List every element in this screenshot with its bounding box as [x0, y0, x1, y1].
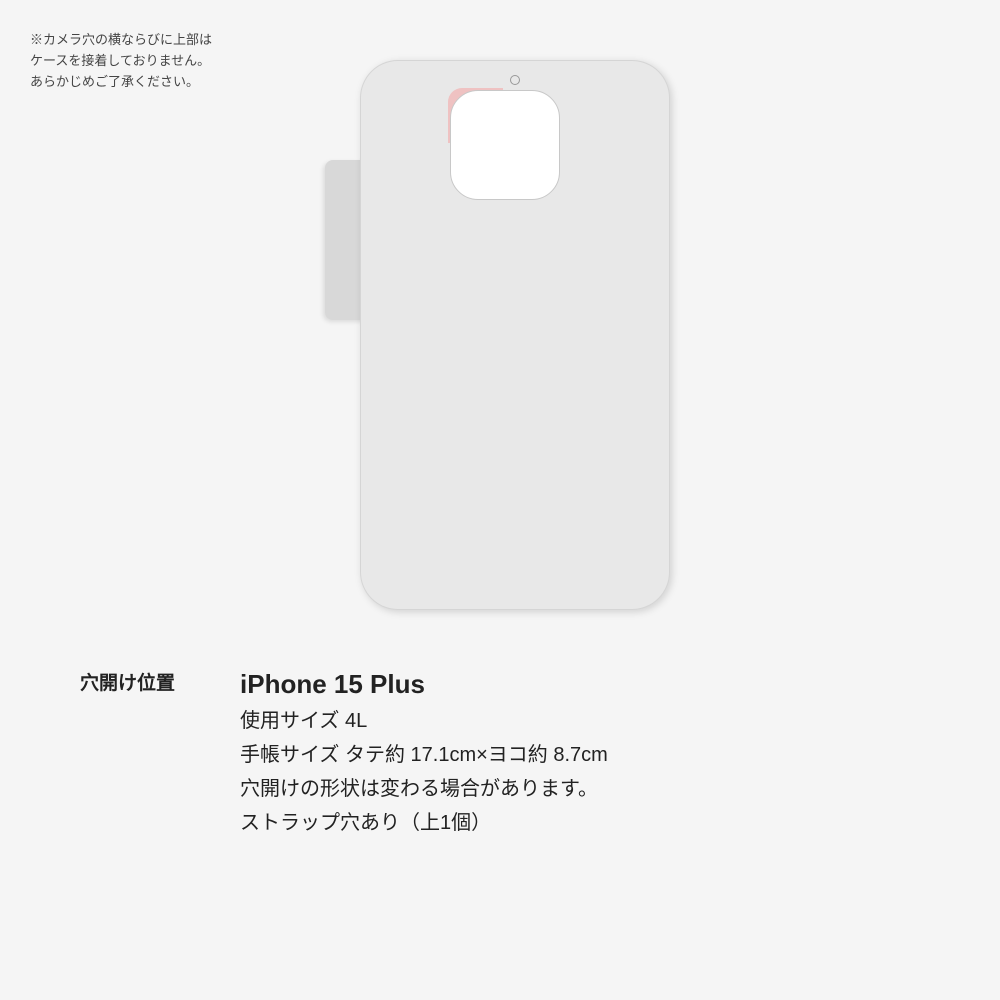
- info-table: 穴開け位置 iPhone 15 Plus 使用サイズ 4L 手帳サイズ タテ約 …: [80, 660, 940, 846]
- info-section: 穴開け位置 iPhone 15 Plus 使用サイズ 4L 手帳サイズ タテ約 …: [0, 640, 1000, 1000]
- strap-hole: [510, 75, 520, 85]
- model-name: iPhone 15 Plus: [240, 668, 608, 702]
- strap-line: ストラップ穴あり（上1個）: [240, 808, 608, 838]
- case-illustration: ※カメラ穴の横ならびに上部はケースを接着しておりません。あらかじめご了承ください…: [0, 0, 1000, 640]
- case-body: [360, 60, 670, 610]
- size-line: 使用サイズ 4L: [240, 706, 608, 736]
- page-container: ※カメラ穴の横ならびに上部はケースを接着しておりません。あらかじめご了承ください…: [0, 0, 1000, 1000]
- camera-cutout: [450, 90, 560, 200]
- hole-position-label: 穴開け位置: [80, 668, 240, 695]
- notebook-size-line: 手帳サイズ タテ約 17.1cm×ヨコ約 8.7cm: [240, 740, 608, 770]
- note-content: ※カメラ穴の横ならびに上部はケースを接着しておりません。あらかじめご了承ください…: [30, 32, 212, 89]
- info-row-main: 穴開け位置 iPhone 15 Plus 使用サイズ 4L 手帳サイズ タテ約 …: [80, 660, 940, 846]
- case-wrapper: [310, 40, 690, 620]
- hole-shape-line: 穴開けの形状は変わる場合があります。: [240, 774, 608, 804]
- info-content: iPhone 15 Plus 使用サイズ 4L 手帳サイズ タテ約 17.1cm…: [240, 668, 608, 838]
- camera-note-text: ※カメラ穴の横ならびに上部はケースを接着しておりません。あらかじめご了承ください…: [30, 30, 220, 92]
